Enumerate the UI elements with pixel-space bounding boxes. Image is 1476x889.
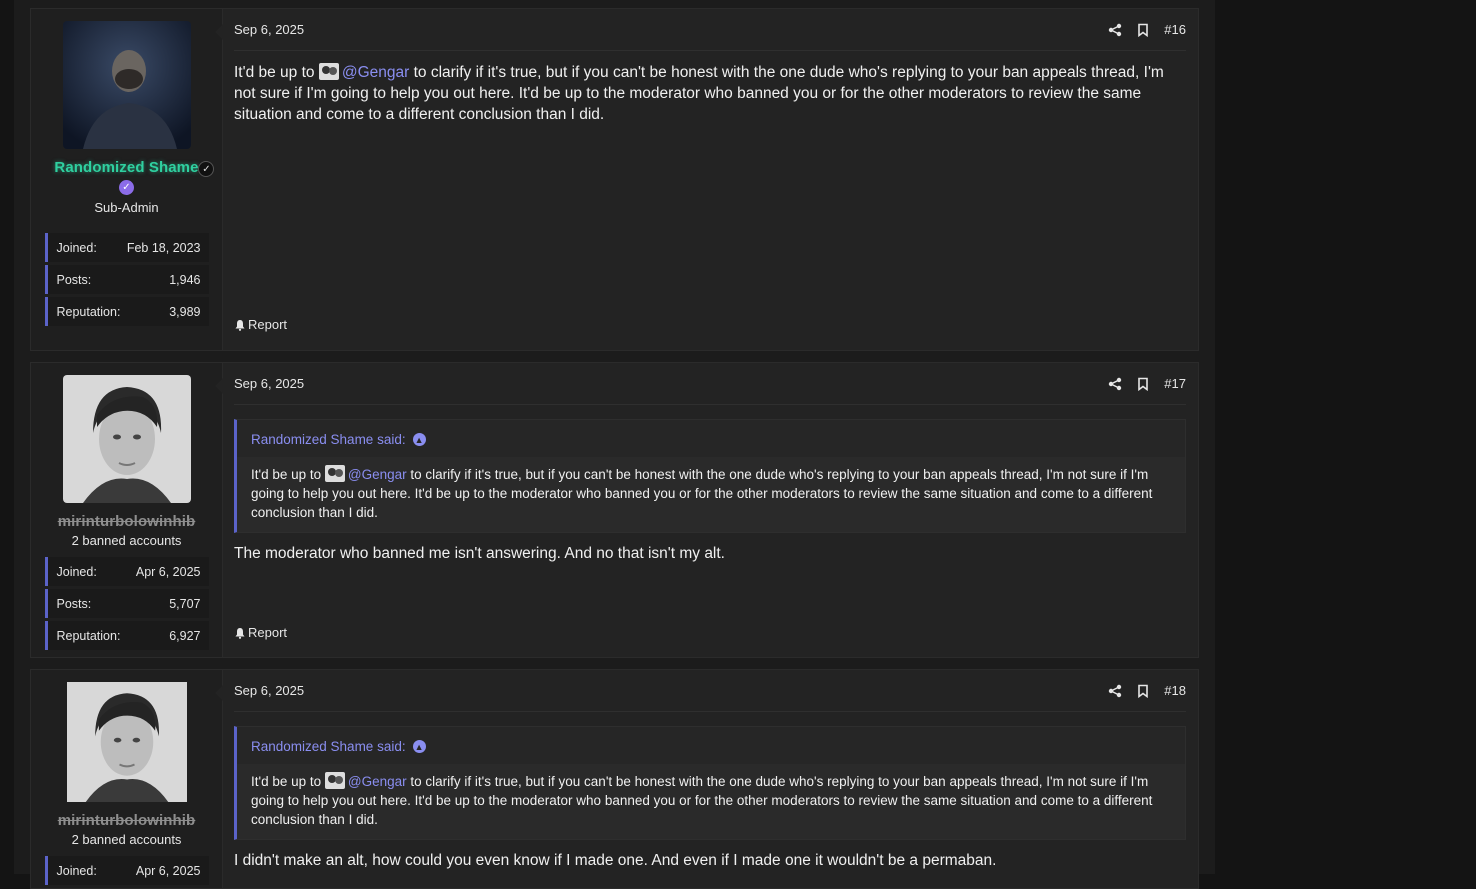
bookmark-icon[interactable] (1136, 377, 1150, 391)
bookmark-icon[interactable] (1136, 684, 1150, 698)
user-title: 2 banned accounts (71, 533, 182, 548)
quote-header: Randomized Shame said: ▲ (237, 727, 1185, 764)
quote-author[interactable]: Randomized Shame said: (251, 432, 406, 447)
bell-icon (235, 319, 245, 331)
stat-posts: Posts: 5,707 (44, 589, 209, 618)
stat-value: 5,707 (169, 596, 201, 611)
user-stats: Joined: Feb 18, 2023 Posts: 1,946 Reputa… (44, 233, 209, 329)
bell-icon (235, 627, 245, 639)
message-header: Sep 6, 2025 #18 (234, 670, 1186, 712)
message-column: Sep 6, 2025 #16 It'd be up to @Gengar to… (215, 9, 1198, 350)
stat-label: Reputation: (56, 628, 121, 643)
user-title: 2 banned accounts (71, 832, 182, 847)
share-icon[interactable] (1108, 23, 1122, 37)
post-date[interactable]: Sep 6, 2025 (234, 376, 304, 391)
quote-header: Randomized Shame said: ▲ (237, 420, 1185, 457)
stat-value: Feb 18, 2023 (126, 240, 201, 255)
user-avatar[interactable] (62, 21, 191, 149)
share-icon[interactable] (1108, 684, 1122, 698)
stat-label: Posts: (56, 596, 92, 611)
report-label: Report (248, 625, 288, 640)
reply-text: I didn't make an alt, how could you even… (234, 852, 997, 869)
post-user-panel: mirinturbolowinhib 2 banned accounts Joi… (31, 363, 223, 657)
mention-link[interactable]: @Gengar (342, 64, 409, 81)
message-column: Sep 6, 2025 #17 Randomized Shame said: ▲… (215, 363, 1198, 657)
stat-reputation: Reputation: 6,927 (44, 621, 209, 650)
message-header: Sep 6, 2025 #16 (234, 9, 1186, 51)
report-label: Report (248, 317, 288, 332)
quote-author[interactable]: Randomized Shame said: (251, 739, 406, 754)
mention-link[interactable]: @Gengar (348, 467, 407, 482)
post-17: mirinturbolowinhib 2 banned accounts Joi… (30, 362, 1199, 658)
message-body: It'd be up to @Gengar to clarify if it's… (234, 51, 1186, 125)
stat-value: 3,989 (169, 304, 201, 319)
report-button[interactable]: Report (234, 317, 287, 332)
message-header: Sep 6, 2025 #17 (234, 363, 1186, 405)
quote-body: It'd be up to @Gengar to clarify if it's… (237, 764, 1185, 839)
post-16: Randomized Shame ✓ ✓ Sub-Admin Joined: F… (30, 8, 1199, 351)
user-title: Sub-Admin (94, 200, 159, 215)
quote-text: It'd be up to (251, 467, 322, 482)
stat-value: Apr 6, 2025 (135, 863, 201, 878)
username-wrapper: Randomized Shame ✓ (54, 149, 215, 177)
username[interactable]: mirinturbolowinhib (58, 513, 196, 530)
user-avatar[interactable] (62, 375, 191, 503)
post-user-panel: Randomized Shame ✓ ✓ Sub-Admin Joined: F… (31, 9, 223, 350)
stat-posts: Posts: 1,946 (44, 265, 209, 294)
reply-text: The moderator who banned me isn't answer… (234, 545, 725, 562)
stat-joined: Joined: Apr 6, 2025 (44, 557, 209, 586)
stat-reputation: Reputation: 3,989 (44, 297, 209, 326)
post-date[interactable]: Sep 6, 2025 (234, 683, 304, 698)
post-number[interactable]: #16 (1164, 22, 1186, 37)
stat-label: Joined: (56, 240, 97, 255)
report-button[interactable]: Report (234, 625, 287, 640)
stat-value: Apr 6, 2025 (135, 564, 201, 579)
mention-avatar (318, 63, 339, 80)
stat-label: Posts: (56, 272, 92, 287)
stat-label: Reputation: (56, 304, 121, 319)
user-avatar[interactable] (63, 682, 191, 802)
verified-icon: ✓ (198, 161, 215, 177)
bookmark-icon[interactable] (1136, 23, 1150, 37)
post-user-panel: mirinturbolowinhib 2 banned accounts Joi… (31, 670, 223, 888)
mention-avatar (324, 772, 345, 789)
post-number[interactable]: #17 (1164, 376, 1186, 391)
stat-value: 1,946 (169, 272, 201, 287)
quote-text: It'd be up to (251, 774, 322, 789)
arrow-up-icon[interactable]: ▲ (412, 433, 426, 446)
post-18: mirinturbolowinhib 2 banned accounts Joi… (30, 669, 1199, 889)
user-stats: Joined: Apr 6, 2025 (44, 856, 209, 888)
username[interactable]: Randomized Shame (54, 159, 198, 176)
post-actions: #17 (1108, 376, 1186, 391)
post-number[interactable]: #18 (1164, 683, 1186, 698)
staff-badge-icon: ✓ (119, 180, 134, 195)
mention-avatar (324, 465, 345, 482)
stat-label: Joined: (56, 863, 97, 878)
quote-body: It'd be up to @Gengar to clarify if it's… (237, 457, 1185, 532)
stat-joined: Joined: Feb 18, 2023 (44, 233, 209, 262)
message-column: Sep 6, 2025 #18 Randomized Shame said: ▲… (215, 670, 1198, 888)
post-actions: #18 (1108, 683, 1186, 698)
user-stats: Joined: Apr 6, 2025 Posts: 5,707 Reputat… (44, 557, 209, 653)
quote-block: Randomized Shame said: ▲ It'd be up to @… (234, 726, 1186, 840)
stat-joined: Joined: Apr 6, 2025 (44, 856, 209, 885)
share-icon[interactable] (1108, 377, 1122, 391)
stat-value: 6,927 (169, 628, 201, 643)
quote-block: Randomized Shame said: ▲ It'd be up to @… (234, 419, 1186, 533)
username[interactable]: mirinturbolowinhib (58, 812, 196, 829)
post-date[interactable]: Sep 6, 2025 (234, 22, 304, 37)
stat-label: Joined: (56, 564, 97, 579)
mention-link[interactable]: @Gengar (348, 774, 407, 789)
post-actions: #16 (1108, 22, 1186, 37)
arrow-up-icon[interactable]: ▲ (412, 740, 426, 753)
body-text: It'd be up to (234, 64, 315, 81)
